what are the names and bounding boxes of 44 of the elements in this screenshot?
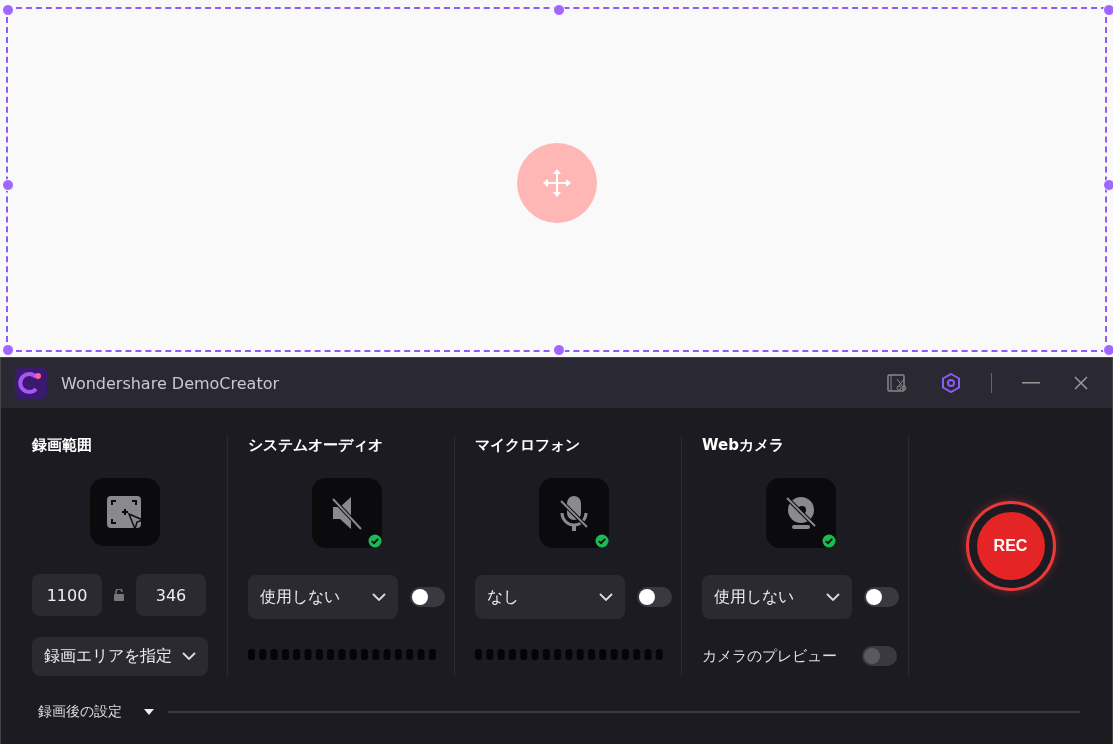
area-mode-dropdown[interactable]: 録画エリアを指定 — [32, 636, 208, 676]
toggle-switch[interactable] — [864, 587, 899, 607]
preview-label: カメラのプレビュー — [702, 646, 837, 666]
move-icon — [541, 167, 573, 199]
chevron-down-icon — [599, 592, 613, 602]
resize-handle[interactable] — [1103, 344, 1113, 356]
film-scissors-icon — [887, 374, 907, 392]
toggle-switch[interactable] — [410, 587, 445, 607]
resize-handle[interactable] — [2, 344, 14, 356]
resize-handle[interactable] — [1103, 179, 1113, 191]
settings-icon — [941, 373, 961, 393]
source-button[interactable] — [311, 478, 382, 548]
check-badge-icon — [594, 534, 609, 548]
height-field[interactable]: 346 — [136, 574, 206, 617]
width-field[interactable]: 1100 — [32, 574, 102, 617]
section-title: システムオーディオ — [248, 436, 384, 456]
check-badge-icon — [367, 534, 382, 548]
resize-handle[interactable] — [2, 179, 14, 191]
check-badge-icon — [821, 534, 836, 548]
window-title: Wondershare DemoCreator — [61, 373, 281, 393]
close-icon — [1074, 376, 1088, 390]
resize-handle[interactable] — [2, 4, 14, 16]
device-dropdown[interactable]: 使用しない — [702, 575, 852, 619]
device-dropdown[interactable]: なし — [475, 575, 625, 619]
record-button[interactable]: REC — [965, 501, 1056, 591]
after-recording-settings-toggle[interactable]: 録画後の設定 — [38, 703, 154, 721]
resize-handle[interactable] — [553, 4, 565, 16]
resize-handle[interactable] — [1103, 4, 1113, 16]
section-title: マイクロフォン — [475, 436, 581, 456]
minimize-icon — [1022, 382, 1040, 384]
source-button[interactable] — [538, 478, 609, 548]
source-button[interactable] — [765, 478, 836, 548]
device-dropdown[interactable]: 使用しない — [248, 575, 398, 619]
chevron-down-icon — [826, 592, 840, 602]
toggle-switch[interactable] — [637, 587, 672, 607]
chevron-down-icon — [182, 651, 196, 661]
caret-icon — [144, 709, 154, 715]
resize-handle[interactable] — [553, 344, 565, 356]
lock-open-icon — [114, 589, 124, 602]
chevron-down-icon — [372, 592, 386, 602]
app-logo-icon — [15, 367, 47, 399]
section-title: Webカメラ — [702, 436, 785, 456]
source-button[interactable] — [90, 477, 160, 547]
section-title: 録画範囲 — [32, 436, 93, 456]
